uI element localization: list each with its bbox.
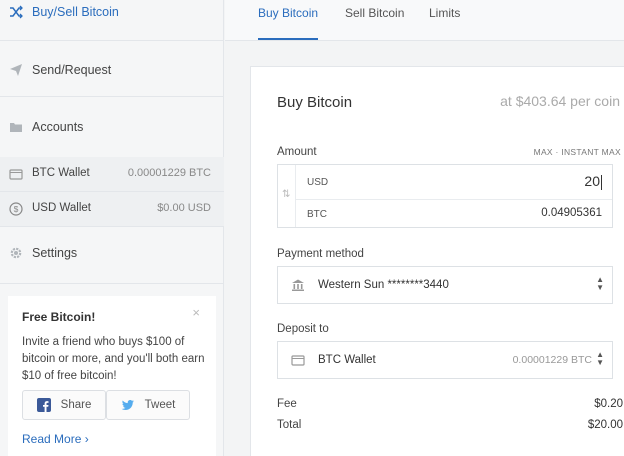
divider bbox=[0, 96, 224, 97]
select-caret-icon: ▲ ▼ bbox=[596, 350, 604, 367]
deposit-to-select[interactable]: BTC Wallet 0.00001229 BTC ▲ ▼ bbox=[277, 341, 613, 379]
buy-bitcoin-form: Buy Bitcoin at $403.64 per coin Amount M… bbox=[250, 66, 624, 456]
nav-buy-sell-bitcoin[interactable]: Buy/Sell Bitcoin bbox=[0, 0, 224, 32]
amount-input-group: ⇅ USD 20 BTC 0.04905361 bbox=[277, 164, 613, 228]
usd-label: USD bbox=[307, 177, 329, 188]
max-links[interactable]: MAX · INSTANT MAX bbox=[534, 147, 621, 157]
gear-icon bbox=[10, 247, 22, 259]
usd-amount-value: 20 bbox=[584, 173, 600, 189]
wallet-row-btc[interactable]: BTC Wallet 0.00001229 BTC bbox=[0, 157, 224, 191]
total-value: $20.00 bbox=[587, 419, 623, 431]
wallet-icon bbox=[9, 169, 23, 180]
select-caret-icon: ▲ ▼ bbox=[596, 275, 604, 292]
total-label: Total bbox=[277, 419, 302, 431]
bank-icon bbox=[292, 279, 304, 291]
divider bbox=[0, 40, 224, 41]
paper-plane-icon bbox=[10, 64, 22, 76]
divider bbox=[0, 226, 224, 227]
promo-text: Invite a friend who buys $100 of bitcoin… bbox=[22, 336, 205, 382]
folder-icon bbox=[10, 123, 22, 132]
btc-amount-input[interactable]: 0.04905361 bbox=[541, 207, 602, 219]
deposit-wallet-balance: 0.00001229 BTC bbox=[512, 354, 592, 366]
usd-amount-input[interactable]: 20 bbox=[584, 173, 602, 190]
nav-send-request-label: Send/Request bbox=[32, 63, 112, 77]
dollar-circle-icon: $ bbox=[9, 202, 23, 216]
nav-accounts[interactable]: Accounts bbox=[0, 107, 224, 147]
read-more-link[interactable]: Read More › bbox=[22, 432, 89, 446]
tab-buy-bitcoin[interactable]: Buy Bitcoin bbox=[258, 6, 318, 20]
btc-label: BTC bbox=[307, 209, 327, 220]
nav-buy-sell-label: Buy/Sell Bitcoin bbox=[32, 5, 119, 19]
promo-title: Free Bitcoin! bbox=[22, 310, 96, 324]
facebook-icon bbox=[36, 398, 51, 412]
payment-method-select[interactable]: Western Sun ********3440 ▲ ▼ bbox=[277, 266, 613, 304]
text-cursor bbox=[601, 174, 602, 190]
nav-accounts-label: Accounts bbox=[32, 120, 84, 134]
twitter-bird-icon bbox=[121, 400, 134, 410]
fee-value: $0.20 bbox=[594, 398, 623, 410]
shuffle-icon bbox=[10, 5, 23, 19]
twitter-tweet-button[interactable]: Tweet bbox=[106, 390, 190, 420]
total-row: Total $20.00 bbox=[277, 419, 623, 431]
wallet-row-usd[interactable]: $ USD Wallet $0.00 USD bbox=[0, 192, 224, 226]
wallet-balance: $0.00 USD bbox=[157, 202, 211, 214]
nav-settings[interactable]: Settings bbox=[0, 233, 224, 273]
wallet-balance: 0.00001229 BTC bbox=[127, 167, 211, 179]
free-bitcoin-promo: Free Bitcoin! × Invite a friend who buys… bbox=[8, 296, 216, 456]
share-label: Share bbox=[60, 399, 92, 411]
amount-label: Amount bbox=[277, 146, 317, 158]
close-icon[interactable]: × bbox=[192, 305, 200, 320]
form-title: Buy Bitcoin bbox=[277, 94, 353, 111]
nav-send-request[interactable]: Send/Request bbox=[0, 50, 224, 90]
fee-label: Fee bbox=[277, 398, 297, 410]
payment-method-value: Western Sun ********3440 bbox=[318, 279, 449, 291]
active-tab-indicator bbox=[258, 38, 318, 40]
payment-method-label: Payment method bbox=[277, 248, 364, 260]
sidebar: Buy/Sell Bitcoin Send/Request Accounts B… bbox=[0, 0, 224, 456]
tab-sell-bitcoin[interactable]: Sell Bitcoin bbox=[345, 6, 404, 20]
wallet-icon bbox=[291, 355, 305, 366]
wallet-name: BTC Wallet bbox=[32, 167, 90, 179]
fee-row: Fee $0.20 bbox=[277, 398, 623, 410]
svg-text:$: $ bbox=[14, 204, 19, 214]
tab-limits[interactable]: Limits bbox=[429, 6, 460, 20]
nav-settings-label: Settings bbox=[32, 246, 78, 260]
wallet-name: USD Wallet bbox=[32, 202, 91, 214]
divider bbox=[295, 199, 612, 200]
tweet-label: Tweet bbox=[144, 399, 176, 411]
deposit-wallet-name: BTC Wallet bbox=[318, 354, 376, 366]
price-per-coin: at $403.64 per coin bbox=[500, 93, 620, 109]
swap-handle[interactable]: ⇅ bbox=[278, 165, 296, 227]
deposit-to-label: Deposit to bbox=[277, 323, 329, 335]
swap-icon: ⇅ bbox=[282, 189, 291, 200]
facebook-share-button[interactable]: Share bbox=[22, 390, 106, 420]
divider bbox=[0, 283, 224, 284]
